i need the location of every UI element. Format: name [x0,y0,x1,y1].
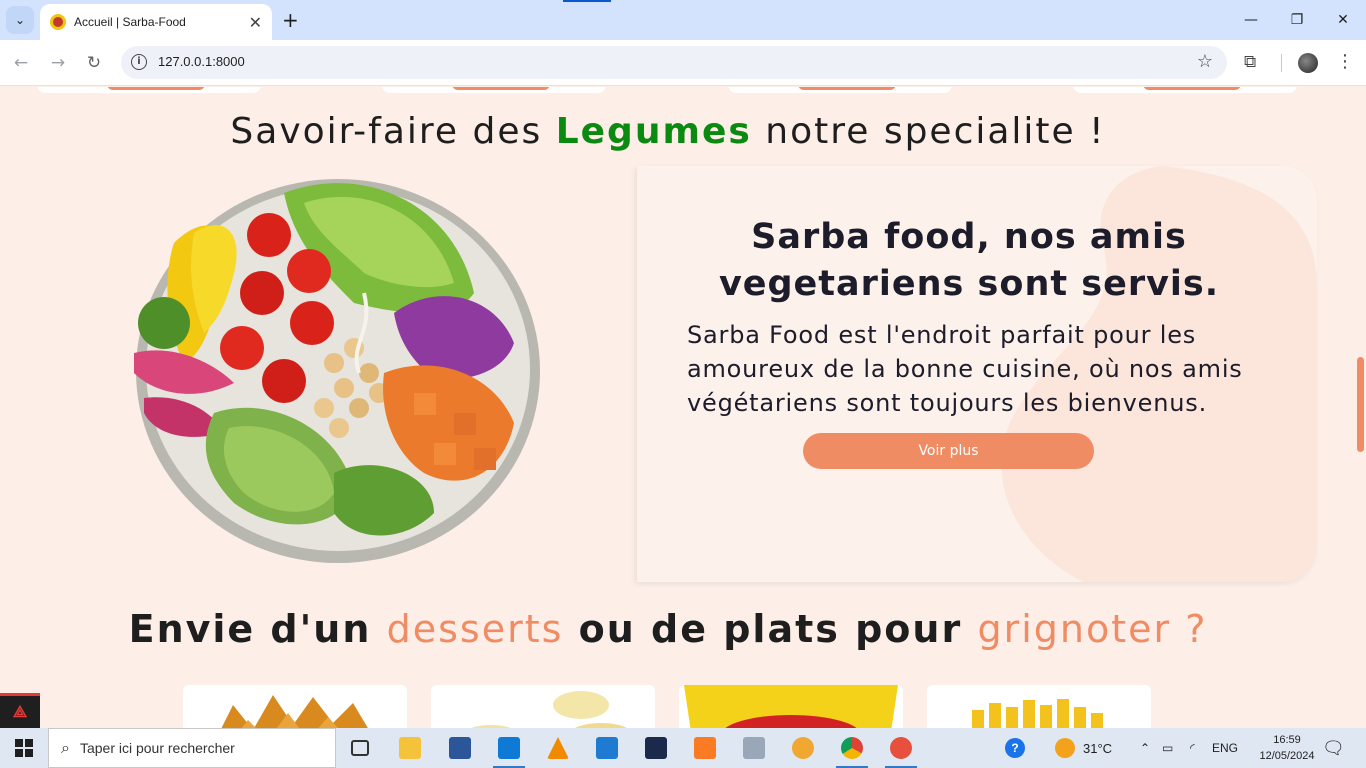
vlc-icon[interactable] [534,728,582,768]
previous-card [1073,87,1297,93]
help-icon[interactable]: ? [1005,728,1025,768]
previous-card-button[interactable] [1143,87,1241,90]
site-favicon-icon [50,14,66,30]
browser-tab-bar: ⌄ Accueil | Sarba-Food ✕ + — ❐ ✕ [0,0,1366,40]
snack-card-lays[interactable] [679,685,903,728]
site-info-icon[interactable]: i [131,54,147,70]
weather-temperature: 31°C [1083,740,1113,756]
word-icon[interactable] [436,728,484,768]
task-view-icon[interactable] [336,728,384,768]
bookmark-star-icon[interactable]: ☆ [1197,51,1213,72]
snipping-tool-icon[interactable] [877,728,925,768]
tab-search-chevron-icon[interactable]: ⌄ [6,6,34,34]
title-text: Savoir-faire des [230,111,556,152]
title-text: notre specialite ! [751,111,1106,152]
virtualbox-icon[interactable] [583,728,631,768]
vscode-icon[interactable] [485,728,533,768]
search-icon: ⌕ [61,738,70,757]
browser-menu-icon[interactable]: ⋮ [1336,51,1354,72]
nachos-image [221,695,368,728]
close-tab-icon[interactable]: ✕ [249,13,262,32]
previous-card [382,87,606,93]
clock-date: 12/05/2024 [1259,750,1315,762]
address-bar[interactable]: i 127.0.0.1:8000 ☆ [121,46,1227,79]
section-title-desserts: Envie d'un desserts ou de plats pour gri… [0,607,1336,651]
image-viewer-icon[interactable] [730,728,778,768]
snack-card-fries[interactable] [927,685,1151,728]
previous-card-button[interactable] [452,87,550,90]
weather-widget[interactable]: 31°C [1055,728,1112,768]
section-title-legumes: Savoir-faire des Legumes notre specialit… [0,111,1336,152]
browser-tab[interactable]: Accueil | Sarba-Food ✕ [40,4,272,40]
show-hidden-icons-chevron-icon[interactable]: ⌃ [1140,728,1150,768]
windows-taskbar: ⌕ Taper ici pour rechercher ? 31°C ⌃ ▭ ◜… [0,728,1366,768]
taskbar-search-box[interactable]: ⌕ Taper ici pour rechercher [48,728,336,768]
restore-icon[interactable]: ❐ [1274,0,1320,40]
extensions-puzzle-icon[interactable]: ⧉ [1244,52,1256,72]
weather-sun-icon [1055,738,1075,758]
voir-plus-button[interactable]: Voir plus [803,433,1094,469]
back-arrow-icon[interactable]: ← [8,50,34,76]
title-highlight: grignoter ? [977,607,1208,651]
previous-card-button[interactable] [798,87,896,90]
vegetable-bowl-image [134,179,540,563]
browser-toolbar: ← → ↻ i 127.0.0.1:8000 ☆ ⧉ ⋮ [0,40,1366,86]
language-indicator[interactable]: ENG [1212,728,1238,768]
page-scrollbar-thumb[interactable] [1357,357,1364,452]
taskbar-clock[interactable]: 16:59 12/05/2024 [1256,732,1318,764]
tab-title: Accueil | Sarba-Food [74,15,186,29]
minimize-icon[interactable]: — [1228,0,1274,40]
previous-card-button[interactable] [107,87,205,90]
vegetarian-promo-card: Sarba food, nos amis vegetariens sont se… [637,166,1317,582]
battery-icon[interactable]: ▭ [1162,728,1173,768]
promo-description: Sarba Food est l'endroit parfait pour le… [687,321,1243,417]
profile-avatar[interactable] [1298,53,1318,73]
url-text[interactable]: 127.0.0.1:8000 [158,54,245,69]
promo-title: Sarba food, nos amis vegetariens sont se… [718,217,1220,304]
page-viewport: Savoir-faire des Legumes notre specialit… [0,87,1366,728]
title-highlight: Legumes [555,111,752,152]
xampp-icon[interactable] [681,728,729,768]
tab-strip-indicator [563,0,611,2]
snack-card-nachos[interactable] [183,685,407,728]
toolbar-divider [1281,54,1282,72]
title-text: Envie d'un [128,607,387,651]
title-text: ou de plats pour [563,607,978,651]
forward-arrow-icon[interactable]: → [45,50,71,76]
notifications-icon[interactable]: 🗨 [1322,738,1345,759]
mysql-dolphin-icon[interactable] [779,728,827,768]
reload-icon[interactable]: ↻ [81,50,107,76]
visual-studio-icon[interactable] [632,728,680,768]
laravel-debugbar-icon[interactable]: ⟁ [0,693,40,728]
window-controls: — ❐ ✕ [1228,0,1366,40]
fries-image [972,699,1103,728]
previous-card [37,87,261,93]
search-placeholder: Taper ici pour rechercher [79,740,235,756]
lays-bag-image [684,685,898,728]
chips-image [471,691,627,728]
previous-card [728,87,952,93]
clock-time: 16:59 [1273,734,1301,746]
wifi-icon[interactable]: ◜ [1190,728,1195,768]
title-highlight: desserts [386,607,564,651]
close-window-icon[interactable]: ✕ [1320,0,1366,40]
chrome-icon[interactable] [828,728,876,768]
windows-start-icon[interactable] [0,728,48,768]
snack-card-chips[interactable] [431,685,655,728]
file-explorer-icon[interactable] [386,728,434,768]
new-tab-button[interactable]: + [282,8,299,32]
